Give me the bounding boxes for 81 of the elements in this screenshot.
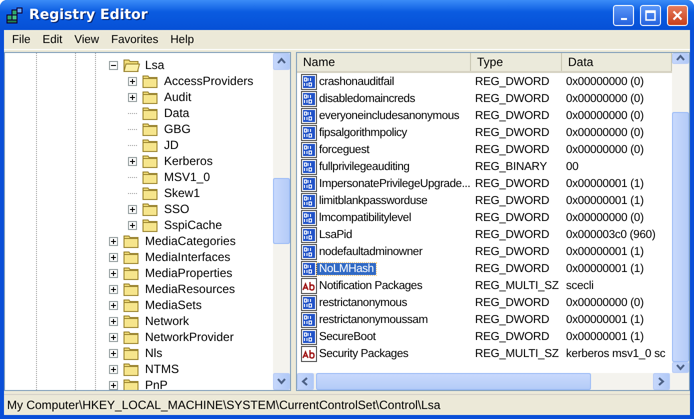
menu-item[interactable]: Help bbox=[164, 34, 200, 46]
table-cell-text: 0x00000000 (0) bbox=[565, 76, 644, 88]
value-name[interactable]: everyoneincludesanonymous bbox=[317, 110, 462, 122]
table-cell-text: 0x00000001 (1) bbox=[565, 194, 644, 206]
table-cell-text: 0x00000000 (0) bbox=[565, 144, 644, 156]
tree-item[interactable]: MediaResources bbox=[143, 282, 238, 296]
value-name[interactable]: ImpersonatePrivilegeUpgrade... bbox=[317, 178, 472, 190]
value-name[interactable]: disabledomaincreds bbox=[317, 92, 417, 104]
value-name[interactable]: crashonauditfail bbox=[317, 76, 396, 88]
tree-item[interactable]: MediaSets bbox=[143, 298, 204, 312]
value-name[interactable]: nodefaultadminowner bbox=[317, 246, 424, 258]
table-cell-text: REG_DWORD bbox=[474, 126, 550, 138]
value-name[interactable]: restrictanonymoussam bbox=[317, 314, 430, 326]
table-cell-text: 0x00000000 (0) bbox=[565, 110, 644, 122]
tree-item[interactable]: Network bbox=[143, 314, 192, 328]
table-cell-text: scecli bbox=[565, 280, 594, 292]
tree-item[interactable]: Kerberos bbox=[162, 154, 215, 168]
window-title: Registry Editor bbox=[29, 7, 149, 23]
table-cell-text: 0x00000001 (1) bbox=[565, 330, 644, 342]
table-cell-text: REG_DWORD bbox=[474, 110, 550, 122]
tree-item[interactable]: Lsa bbox=[143, 58, 166, 72]
tree-item[interactable]: JD bbox=[162, 138, 181, 152]
value-name[interactable]: forceguest bbox=[317, 144, 372, 156]
menu-item[interactable]: Favorites bbox=[105, 34, 164, 46]
table-cell-text: kerberos msv1_0 sc bbox=[565, 348, 666, 360]
menu-item[interactable]: Edit bbox=[36, 34, 68, 46]
table-cell-text: REG_BINARY bbox=[474, 160, 547, 172]
table-cell-text: 0x00000001 (1) bbox=[565, 178, 644, 190]
tree-item[interactable]: MediaProperties bbox=[143, 266, 234, 280]
table-cell-text: REG_DWORD bbox=[474, 330, 550, 342]
tree-item[interactable]: MediaInterfaces bbox=[143, 250, 232, 264]
tree-item[interactable]: SSO bbox=[162, 202, 192, 216]
tree-item[interactable]: NTMS bbox=[143, 362, 181, 376]
table-cell-text: REG_MULTI_SZ bbox=[474, 348, 559, 360]
tree-item[interactable]: Audit bbox=[162, 90, 194, 104]
table-cell-text: 0x00000000 (0) bbox=[565, 92, 644, 104]
table-cell-text: REG_DWORD bbox=[474, 314, 550, 326]
table-cell-text: REG_MULTI_SZ bbox=[474, 280, 559, 292]
tree-item[interactable]: NetworkProvider bbox=[143, 330, 236, 344]
table-cell-text: 0x00000000 (0) bbox=[565, 212, 644, 224]
tree-item[interactable]: GBG bbox=[162, 122, 193, 136]
table-cell-text: REG_DWORD bbox=[474, 246, 550, 258]
value-name[interactable]: lmcompatibilitylevel bbox=[317, 212, 414, 224]
tree-item[interactable]: SspiCache bbox=[162, 218, 224, 232]
table-cell-text: REG_DWORD bbox=[474, 194, 550, 206]
table-cell-text: REG_DWORD bbox=[474, 262, 550, 274]
table-cell-text: REG_DWORD bbox=[474, 144, 550, 156]
tree-item[interactable]: MediaCategories bbox=[143, 234, 238, 248]
menu-item[interactable]: View bbox=[68, 34, 106, 46]
tree-item[interactable]: Data bbox=[162, 106, 192, 120]
column-header[interactable]: Name bbox=[297, 53, 471, 71]
table-cell-text: 0x00000000 (0) bbox=[565, 126, 644, 138]
value-name[interactable]: NoLMHash bbox=[317, 262, 376, 274]
table-cell-text: 0x000003c0 (960) bbox=[565, 228, 656, 240]
value-name[interactable]: SecureBoot bbox=[317, 330, 378, 342]
table-cell-text: 00 bbox=[565, 160, 578, 172]
value-name[interactable]: restrictanonymous bbox=[317, 296, 410, 308]
table-cell-text: REG_DWORD bbox=[474, 228, 550, 240]
value-name[interactable]: Notification Packages bbox=[317, 280, 424, 292]
table-cell-text: REG_DWORD bbox=[474, 76, 550, 88]
value-name[interactable]: fullprivilegeauditing bbox=[317, 160, 412, 172]
value-name[interactable]: fipsalgorithmpolicy bbox=[317, 126, 409, 138]
tree-item[interactable]: Skew1 bbox=[162, 186, 202, 200]
table-cell-text: REG_DWORD bbox=[474, 92, 550, 104]
table-cell-text: 0x00000001 (1) bbox=[565, 262, 644, 274]
status-bar-path: My Computer\HKEY_LOCAL_MACHINE\SYSTEM\CurrentControlSet\Control\Lsa bbox=[7, 398, 440, 412]
table-cell-text: REG_DWORD bbox=[474, 212, 550, 224]
table-cell-text: REG_DWORD bbox=[474, 296, 550, 308]
value-name[interactable]: limitblankpassworduse bbox=[317, 194, 430, 206]
tree-item[interactable]: MSV1_0 bbox=[162, 170, 212, 184]
table-cell-text: 0x00000001 (1) bbox=[565, 246, 644, 258]
table-cell-text: REG_DWORD bbox=[474, 178, 550, 190]
menu-item[interactable]: File bbox=[6, 34, 37, 46]
column-header[interactable]: Type bbox=[471, 53, 562, 71]
table-cell-text: 0x00000000 (0) bbox=[565, 296, 644, 308]
tree-item[interactable]: AccessProviders bbox=[162, 74, 256, 88]
value-name[interactable]: Security Packages bbox=[317, 348, 410, 360]
tree-item[interactable]: PnP bbox=[143, 378, 170, 390]
value-name[interactable]: LsaPid bbox=[317, 228, 354, 240]
tree-item[interactable]: Nls bbox=[143, 346, 164, 360]
table-cell-text: 0x00000001 (1) bbox=[565, 314, 644, 326]
